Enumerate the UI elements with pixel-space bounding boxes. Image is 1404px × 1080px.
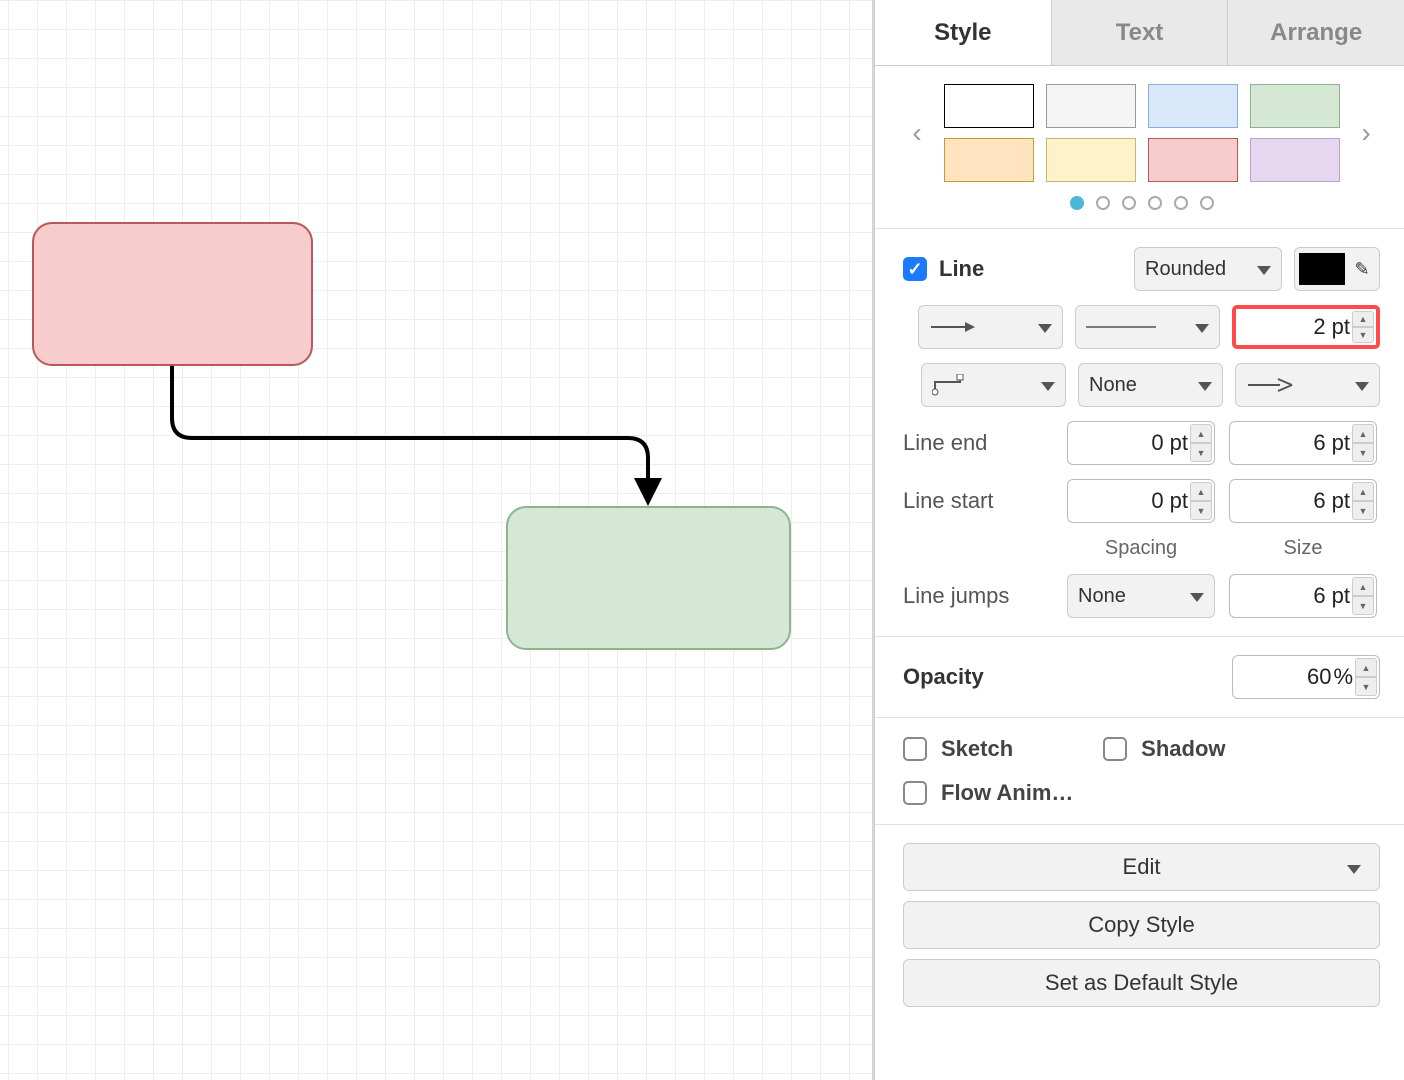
stepper-down-icon[interactable]: ▼ [1352,443,1374,462]
swatch-white[interactable] [944,84,1034,128]
swatch-yellow[interactable] [1046,138,1136,182]
stepper-up-icon[interactable]: ▲ [1352,577,1374,596]
swatch-grey[interactable] [1046,84,1136,128]
line-width-input[interactable]: 2pt ▲▼ [1232,305,1380,349]
stepper-up-icon[interactable]: ▲ [1352,424,1374,443]
waypoint-orthogonal-icon [932,374,972,396]
eyedropper-icon[interactable]: ✎ [1351,259,1373,280]
opacity-section: Opacity 60% ▲▼ [875,637,1404,718]
swatch-next-icon[interactable]: › [1352,117,1380,149]
line-jumps-select[interactable]: None [1067,574,1215,618]
stepper-up-icon[interactable]: ▲ [1355,658,1377,677]
line-end-size-input[interactable]: 6pt ▲▼ [1229,421,1377,465]
pager-dot[interactable] [1174,196,1188,210]
arrow-right-icon [929,319,977,335]
tab-style[interactable]: Style [875,0,1052,65]
line-jumps-size-input[interactable]: 6pt ▲▼ [1229,574,1377,618]
stepper-up-icon[interactable]: ▲ [1190,482,1212,501]
sketch-checkbox[interactable] [903,737,927,761]
stepper-down-icon[interactable]: ▼ [1352,596,1374,615]
waypoint-style-select[interactable] [921,363,1066,407]
format-panel: Style Text Arrange ‹ › [874,0,1404,1080]
stepper-down-icon[interactable]: ▼ [1190,443,1212,462]
stepper-up-icon[interactable]: ▲ [1352,482,1374,501]
line-start-spacing-input[interactable]: 0pt ▲▼ [1067,479,1215,523]
swatch-orange[interactable] [944,138,1034,182]
flow-animation-checkbox[interactable] [903,781,927,805]
pager-dot[interactable] [1096,196,1110,210]
opacity-label: Opacity [903,664,984,690]
copy-style-button[interactable]: Copy Style [903,901,1380,949]
connector-arrow[interactable] [0,0,874,1080]
swatch-purple[interactable] [1250,138,1340,182]
line-start-label: Line start [903,488,1053,514]
line-solid-icon [1086,322,1156,332]
edit-style-button[interactable]: Edit [903,843,1380,891]
spacing-header: Spacing [1067,537,1215,560]
line-label: Line [939,256,984,282]
shadow-checkbox[interactable] [1103,737,1127,761]
pager-dot[interactable] [1200,196,1214,210]
sketch-label: Sketch [941,736,1013,762]
line-shape-select[interactable]: Rounded [1134,247,1282,291]
tab-arrange[interactable]: Arrange [1228,0,1404,65]
line-end-spacing-input[interactable]: 0pt ▲▼ [1067,421,1215,465]
diagram-canvas[interactable] [0,0,874,1080]
size-header: Size [1229,537,1377,560]
swatch-green[interactable] [1250,84,1340,128]
opacity-input[interactable]: 60% ▲▼ [1232,655,1380,699]
stepper-down-icon[interactable]: ▼ [1352,501,1374,520]
stepper-up-icon[interactable]: ▲ [1190,424,1212,443]
shadow-label: Shadow [1141,736,1225,762]
connection-style-select[interactable] [918,305,1063,349]
effects-section: Sketch Shadow Flow Anim… [875,718,1404,825]
line-style-select[interactable] [1075,305,1220,349]
stepper-down-icon[interactable]: ▼ [1355,677,1377,696]
flow-animation-label: Flow Anim… [941,780,1073,806]
pager-dot[interactable] [1148,196,1162,210]
swatch-pager [903,196,1380,210]
set-default-style-button[interactable]: Set as Default Style [903,959,1380,1007]
stepper-up-icon[interactable]: ▲ [1352,311,1374,327]
style-swatches-section: ‹ › [875,66,1404,229]
line-start-marker-select[interactable]: None [1078,363,1223,407]
swatch-prev-icon[interactable]: ‹ [903,117,931,149]
line-end-label: Line end [903,430,1053,456]
panel-tabs: Style Text Arrange [875,0,1404,66]
swatch-blue[interactable] [1148,84,1238,128]
swatch-red[interactable] [1148,138,1238,182]
actions-section: Edit Copy Style Set as Default Style [875,825,1404,1035]
tab-text[interactable]: Text [1052,0,1229,65]
line-start-size-input[interactable]: 6pt ▲▼ [1229,479,1377,523]
line-jumps-label: Line jumps [903,583,1053,609]
color-swatch-icon [1299,253,1345,285]
line-checkbox[interactable] [903,257,927,281]
pager-dot[interactable] [1122,196,1136,210]
stepper-down-icon[interactable]: ▼ [1352,327,1374,343]
line-end-marker-select[interactable] [1235,363,1380,407]
line-color-picker[interactable]: ✎ [1294,247,1380,291]
arrow-end-icon [1246,377,1294,393]
pager-dot[interactable] [1070,196,1084,210]
stepper-down-icon[interactable]: ▼ [1190,501,1212,520]
line-section: Line Rounded ✎ 2pt ▲▼ [875,229,1404,637]
